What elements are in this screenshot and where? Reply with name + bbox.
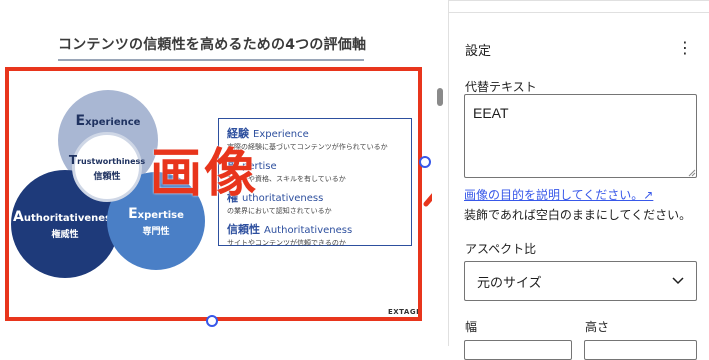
slide-title-underline xyxy=(58,59,364,61)
height-label: 高さ xyxy=(585,320,610,334)
textarea-resize-icon[interactable] xyxy=(688,169,696,177)
chevron-down-icon xyxy=(672,277,684,285)
width-label: 幅 xyxy=(465,320,478,334)
slide-title: コンテンツの信頼性を高めるための4つの評価軸 xyxy=(58,37,367,53)
width-input[interactable] xyxy=(464,340,572,360)
alt-text-help-text: 装飾であれば空白のままにしてください。 xyxy=(464,208,692,222)
annotation-arrow-icon xyxy=(423,193,432,207)
alt-text-help-link[interactable]: 画像の目的を説明してください。↗ xyxy=(464,186,653,203)
aspect-ratio-select[interactable]: 元のサイズ xyxy=(464,261,697,301)
block-inspector: 設定 ⋮ 代替テキスト 画像の目的を説明してください。↗ 装飾であれば空白のまま… xyxy=(449,0,709,360)
height-input[interactable] xyxy=(584,340,697,360)
editor-canvas: コンテンツの信頼性を高めるための4つの評価軸 Experience 経験 Aut… xyxy=(0,0,432,346)
alt-text-label: 代替テキスト xyxy=(465,80,537,94)
divider xyxy=(449,12,709,13)
divider xyxy=(449,0,709,1)
alt-text-input[interactable] xyxy=(464,94,697,178)
scrollbar-thumb[interactable] xyxy=(437,88,443,106)
more-options-icon[interactable]: ⋮ xyxy=(675,36,695,60)
image-selection-outline[interactable] xyxy=(5,67,422,321)
canvas-scrollbar[interactable] xyxy=(432,0,449,346)
settings-panel-title: 設定 xyxy=(465,44,492,59)
aspect-ratio-label: アスペクト比 xyxy=(465,242,537,256)
aspect-ratio-value: 元のサイズ xyxy=(477,275,542,291)
resize-handle-bottom[interactable] xyxy=(206,315,218,327)
